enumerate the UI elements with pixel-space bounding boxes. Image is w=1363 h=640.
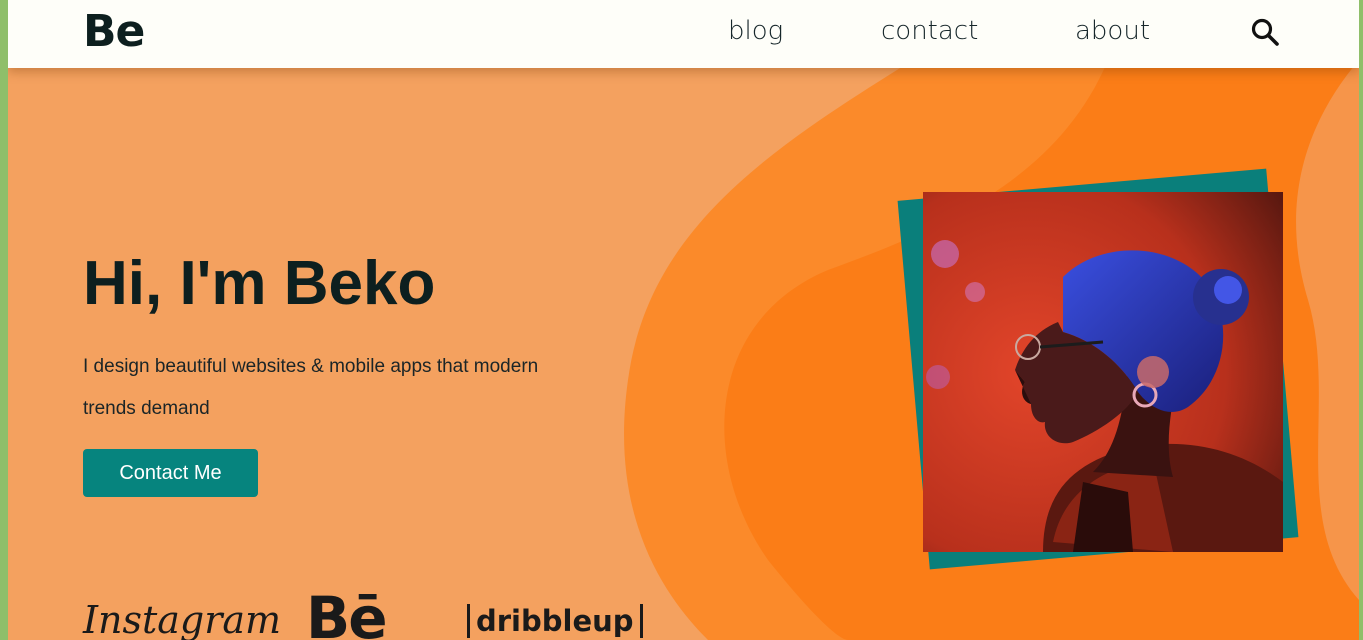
dribbleup-logo[interactable]: dribbleup bbox=[467, 604, 643, 638]
nav-link-about[interactable]: about bbox=[1075, 16, 1150, 46]
hero-title: Hi, I'm Beko bbox=[83, 249, 436, 318]
nav-link-contact[interactable]: contact bbox=[881, 16, 978, 46]
logo[interactable]: Be bbox=[83, 6, 145, 57]
hero-subtitle: I design beautiful websites & mobile app… bbox=[83, 356, 539, 419]
instagram-logo[interactable]: Instagram bbox=[83, 598, 281, 640]
profile-photo bbox=[923, 192, 1283, 552]
nav-link-blog[interactable]: blog bbox=[728, 16, 783, 46]
navbar: Be blog contact about bbox=[8, 0, 1359, 68]
behance-logo[interactable]: Bē bbox=[306, 584, 388, 640]
contact-me-button[interactable]: Contact Me bbox=[83, 449, 258, 497]
search-icon[interactable] bbox=[1250, 17, 1280, 47]
page-frame: Be blog contact about Hi, I'm Beko I des… bbox=[8, 0, 1359, 640]
